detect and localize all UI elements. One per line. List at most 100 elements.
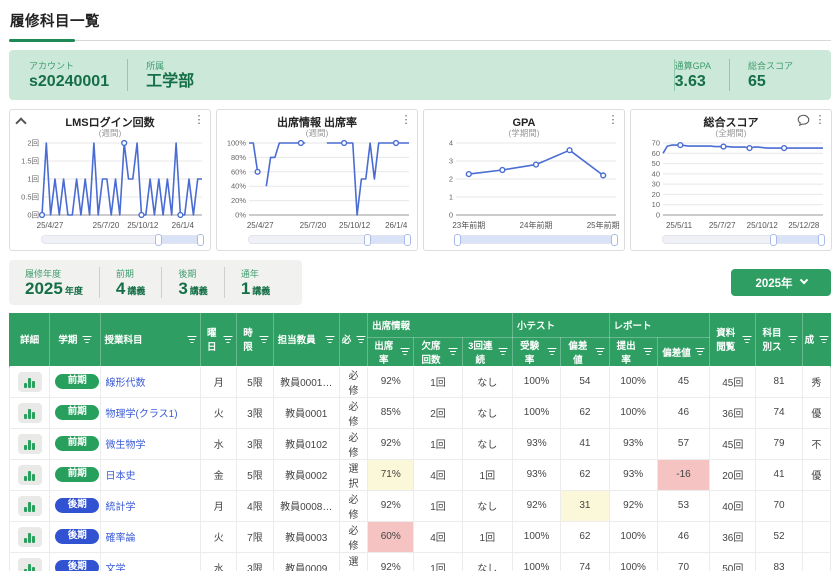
data-cell: 46	[657, 397, 709, 428]
svg-text:100%: 100%	[227, 139, 247, 148]
term-cell: 前期	[50, 428, 100, 459]
svg-text:25/7/27: 25/7/27	[709, 221, 736, 230]
filter-icon[interactable]	[260, 336, 269, 343]
slider-handle-right[interactable]	[404, 234, 411, 246]
kebab-menu-icon[interactable]: ⋮	[193, 113, 205, 126]
data-cell: 1回	[414, 552, 462, 571]
slider-selected-range[interactable]	[366, 236, 409, 243]
slider-handle-left[interactable]	[155, 234, 162, 246]
course-link[interactable]: 統計学	[106, 502, 136, 513]
detail-chart-button[interactable]	[18, 372, 42, 392]
term-cell: 後期	[50, 490, 100, 521]
filter-icon[interactable]	[547, 348, 556, 355]
detail-chart-button[interactable]	[18, 403, 42, 423]
course-link[interactable]: 文学	[106, 564, 126, 571]
svg-text:24年前期: 24年前期	[520, 220, 553, 230]
collapse-chevron-up-icon[interactable]	[17, 117, 24, 124]
range-slider[interactable]	[455, 235, 617, 244]
header-quiz-dev: 偏差値	[561, 337, 609, 366]
svg-text:25/4/27: 25/4/27	[37, 221, 64, 230]
data-cell	[802, 490, 830, 521]
header-materials: 資料閲覧	[710, 313, 756, 366]
slider-selected-range[interactable]	[772, 236, 823, 243]
header-report-dev: 偏差値	[657, 337, 709, 366]
filter-icon[interactable]	[819, 336, 828, 343]
detail-cell	[10, 552, 50, 571]
term-badge: 前期	[55, 374, 99, 389]
kebab-menu-icon[interactable]: ⋮	[607, 113, 619, 126]
detail-chart-button[interactable]	[18, 558, 42, 571]
filter-icon[interactable]	[400, 348, 409, 355]
filter-icon[interactable]	[644, 348, 653, 355]
filter-icon[interactable]	[449, 348, 458, 355]
slider-handle-left[interactable]	[364, 234, 371, 246]
slider-handle-right[interactable]	[818, 234, 825, 246]
comment-bubble-icon[interactable]	[797, 114, 810, 132]
slider-handle-left[interactable]	[770, 234, 777, 246]
banner-stats: 通算GPA 3.63 総合スコア 65	[674, 59, 811, 91]
course-link[interactable]: 日本史	[106, 471, 136, 482]
chevron-down-icon	[799, 275, 807, 283]
filter-icon[interactable]	[696, 348, 705, 355]
course-link[interactable]: 物理学(クラス1)	[106, 409, 178, 420]
kebab-menu-icon[interactable]: ⋮	[814, 113, 826, 126]
slider-handle-right[interactable]	[611, 234, 618, 246]
svg-text:10: 10	[652, 200, 660, 209]
chart-title: GPA	[512, 117, 535, 129]
term-badge: 後期	[55, 529, 99, 544]
filter-icon[interactable]	[742, 336, 751, 343]
year-select-button[interactable]: 2025年	[731, 269, 831, 296]
filter-icon[interactable]	[356, 336, 365, 343]
page-title: 履修科目一覧	[10, 10, 830, 31]
slider-handle-right[interactable]	[197, 234, 204, 246]
filter-icon[interactable]	[596, 348, 605, 355]
slider-handle-left[interactable]	[454, 234, 461, 246]
filter-icon[interactable]	[499, 348, 508, 355]
range-slider[interactable]	[662, 235, 824, 244]
header-quiz-group: 小テスト	[512, 313, 609, 337]
year-select-value: 2025年	[755, 275, 792, 291]
filter-icon[interactable]	[82, 336, 91, 343]
table-row: 前期物理学(クラス1)火3限教員0001必修85%2回なし100%62100%4…	[10, 397, 831, 428]
svg-text:4: 4	[449, 139, 453, 148]
data-cell: 70	[657, 552, 709, 571]
data-cell: 92%	[368, 366, 414, 397]
range-slider[interactable]	[41, 235, 203, 244]
course-link[interactable]: 確率論	[106, 533, 136, 544]
data-cell: 100%	[512, 521, 560, 552]
data-cell: 教員0008…	[273, 490, 339, 521]
page-header: 履修科目一覧	[9, 8, 831, 41]
chart-title: 出席情報 出席率	[277, 114, 357, 130]
detail-chart-button[interactable]	[18, 496, 42, 516]
slider-selected-range[interactable]	[157, 236, 202, 243]
filter-icon[interactable]	[789, 336, 798, 343]
svg-text:60%: 60%	[231, 167, 246, 176]
svg-text:25/12/28: 25/12/28	[788, 221, 820, 230]
course-link[interactable]: 微生物学	[106, 440, 146, 451]
course-link[interactable]: 線形代数	[106, 378, 146, 389]
svg-text:0: 0	[449, 211, 453, 220]
detail-chart-button[interactable]	[18, 465, 42, 485]
filter-icon[interactable]	[223, 336, 232, 343]
detail-chart-button[interactable]	[18, 527, 42, 547]
data-cell: なし	[462, 366, 512, 397]
svg-text:26/1/4: 26/1/4	[172, 221, 195, 230]
data-cell: 52	[756, 521, 802, 552]
filter-icon[interactable]	[326, 336, 335, 343]
filter-icon[interactable]	[187, 336, 196, 343]
slider-selected-range[interactable]	[456, 236, 616, 243]
range-slider[interactable]	[248, 235, 410, 244]
data-cell: 92%	[368, 552, 414, 571]
data-cell: 必修	[339, 366, 367, 397]
data-cell: 62	[561, 459, 609, 490]
enrollment-summary: 履修年度 2025年度 前期 4講義 後期 3講義 通年 1講義	[9, 260, 302, 305]
header-teacher: 担当教員	[273, 313, 339, 366]
second-term-count-block: 後期 3講義	[161, 267, 223, 298]
gpa-value: 3.63	[675, 73, 711, 91]
data-cell: 2回	[414, 397, 462, 428]
course-cell: 物理学(クラス1)	[100, 397, 201, 428]
data-cell: 62	[561, 397, 609, 428]
kebab-menu-icon[interactable]: ⋮	[400, 113, 412, 126]
data-cell: 必修	[339, 490, 367, 521]
detail-chart-button[interactable]	[18, 434, 42, 454]
